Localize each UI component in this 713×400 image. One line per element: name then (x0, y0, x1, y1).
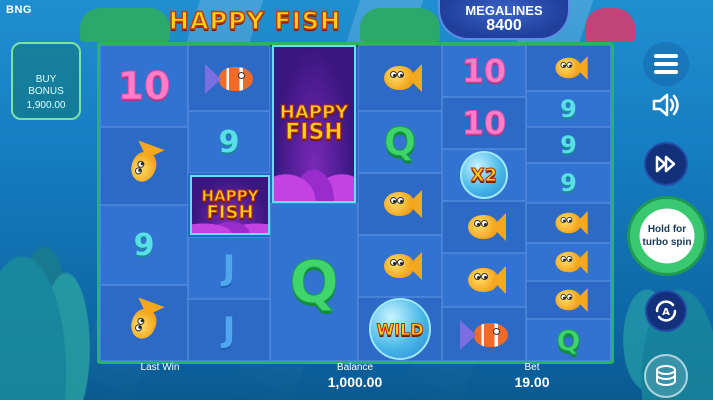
reel4-cell (358, 173, 442, 235)
symbol-nine: 9 (560, 169, 577, 197)
reel2-cell: J (188, 299, 270, 361)
bet-label: Bet (524, 362, 540, 373)
reel6-cell: 9 (526, 163, 611, 203)
reel5-cell: X2 (442, 149, 526, 201)
fast-forward-button[interactable] (644, 142, 688, 186)
reel4-cell: Q (358, 111, 442, 173)
reel2-cell: J (188, 237, 270, 299)
clownfish-symbol (203, 61, 255, 95)
symbol-queen: Q (383, 120, 417, 165)
reels-frame: 10 9 9 HAPPY FISH J J HAPPY FISH Q Q WIL… (97, 42, 614, 364)
megalines-value: 8400 (486, 17, 522, 34)
reel6-cell (526, 281, 611, 319)
symbol-nine: 9 (560, 131, 577, 159)
goldfish-symbol (462, 262, 506, 298)
bet-coins-button[interactable] (644, 354, 688, 398)
goldfish-symbol (120, 296, 169, 350)
reel5-cell (442, 307, 526, 361)
logo-word-fish: FISH (274, 6, 342, 36)
megalines-badge: MEGALINES 8400 (438, 0, 570, 40)
logo-word-happy: HAPPY (168, 6, 266, 36)
reel6-cell (526, 203, 611, 243)
goldfish-symbol (378, 60, 422, 96)
reel2-cell (188, 45, 270, 111)
symbol-queen: Q (556, 323, 581, 357)
wild-symbol: WILD (369, 298, 431, 360)
buy-bonus-button[interactable]: BUY BONUS 1,900.00 (11, 42, 81, 120)
reel5-cell (442, 201, 526, 253)
symbol-nine: 9 (560, 95, 577, 123)
goldfish-symbol (550, 285, 588, 316)
menu-button[interactable] (643, 42, 689, 86)
symbol-jack: J (222, 248, 236, 288)
clownfish-symbol (458, 317, 510, 351)
reel4-cell: WILD (358, 297, 442, 361)
balance-label: Balance (336, 362, 374, 373)
goldfish-symbol (550, 208, 588, 239)
multiplier-x2-symbol: X2 (460, 151, 508, 199)
goldfish-symbol (550, 247, 588, 278)
goldfish-symbol (550, 53, 588, 84)
last-win-label: Last Win (140, 362, 180, 373)
symbol-nine: 9 (133, 227, 155, 263)
happy-fish-scatter-symbol: HAPPY FISH (190, 175, 270, 235)
buy-bonus-price: 1,900.00 (26, 100, 66, 111)
reel1-cell (100, 285, 188, 361)
reel4-cell (358, 45, 442, 111)
megalines-title: MEGALINES (465, 3, 543, 18)
reel2-cell: 9 (188, 111, 270, 173)
autoplay-button[interactable]: A (645, 290, 687, 332)
symbol-queen: Q (289, 248, 339, 317)
spin-button-label: Hold for turbo spin (642, 224, 692, 248)
reel6-cell: 9 (526, 91, 611, 127)
reel4-cell (358, 235, 442, 297)
symbol-ten: 10 (461, 52, 507, 91)
speaker-icon (652, 93, 679, 117)
reel6-cell (526, 243, 611, 281)
reel5-cell (442, 253, 526, 307)
sound-button[interactable] (648, 88, 684, 122)
coins-icon (656, 365, 676, 386)
autoplay-icon: A (655, 300, 677, 322)
spin-button[interactable]: Hold for turbo spin (627, 196, 707, 276)
bet-value: 19.00 (514, 374, 550, 390)
provider-brand: BNG (6, 4, 32, 16)
reel6-cell: 9 (526, 127, 611, 163)
symbol-ten: 10 (461, 104, 507, 143)
game-logo: HAPPY FISH (155, 3, 355, 39)
goldfish-symbol (462, 209, 506, 245)
goldfish-symbol (120, 139, 169, 193)
balance-value: 1,000.00 (327, 374, 383, 390)
fast-forward-icon (655, 155, 676, 173)
reel1-cell: 9 (100, 205, 188, 285)
reel1-cell: 10 (100, 45, 188, 127)
reel5-cell: 10 (442, 45, 526, 97)
happy-fish-scatter-symbol: HAPPY FISH (272, 45, 356, 203)
reel6-cell (526, 45, 611, 91)
menu-icon (643, 42, 689, 86)
svg-text:A: A (662, 307, 670, 318)
buy-bonus-label: BUY BONUS (28, 74, 64, 97)
reel1-cell (100, 127, 188, 205)
reel5-cell: 10 (442, 97, 526, 149)
symbol-ten: 10 (117, 64, 171, 109)
symbol-jack: J (222, 310, 236, 350)
reel3-cell: Q (270, 203, 358, 361)
goldfish-symbol (378, 248, 422, 284)
symbol-nine: 9 (218, 124, 240, 160)
goldfish-symbol (378, 186, 422, 222)
reel6-cell: Q (526, 319, 611, 361)
